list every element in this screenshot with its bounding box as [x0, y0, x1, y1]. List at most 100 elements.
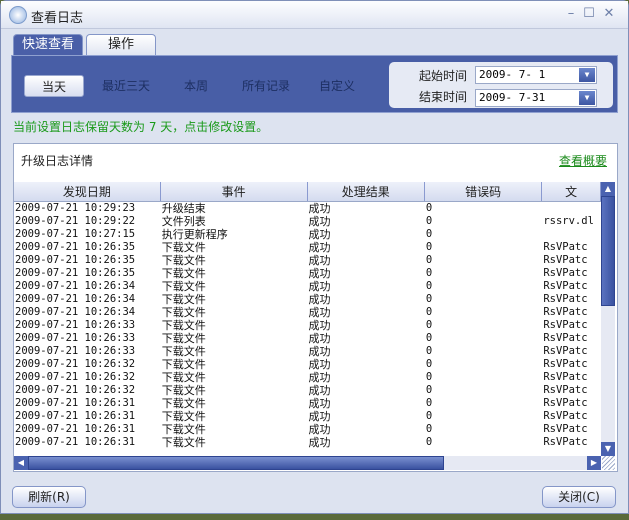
vertical-scroll-thumb[interactable] [601, 196, 615, 306]
cell-event: 下载文件 [161, 345, 206, 358]
horizontal-scroll-thumb[interactable] [28, 456, 444, 470]
cell-file [542, 202, 601, 215]
refresh-button[interactable]: 刷新(R) [12, 486, 86, 508]
cell-file: RsVPatc [543, 384, 588, 396]
retention-notice-link[interactable]: 当前设置日志保留天数为 7 天，点击修改设置。 [13, 118, 268, 135]
cell-result: 成功 [308, 410, 331, 423]
column-header-event[interactable]: 事件 [161, 182, 308, 201]
cell-date: 2009-07-21 10:26:35 [15, 254, 136, 266]
filter-this-week[interactable]: 本周 [184, 75, 208, 97]
cell-result: 成功 [308, 319, 331, 332]
end-time-label: 结束时间 [419, 90, 468, 104]
filter-last-three-days[interactable]: 最近三天 [102, 75, 150, 97]
cell-date: 2009-07-21 10:26:31 [15, 423, 136, 435]
cell-result: 成功 [308, 215, 331, 228]
cell-result: 成功 [308, 423, 331, 436]
cell-error-code: 0 [425, 397, 433, 409]
cell-file: RsVPatc [543, 345, 588, 357]
cell-error-code: 0 [425, 293, 433, 305]
cell-file: RsVPatc [543, 397, 588, 409]
cell-event: 下载文件 [161, 280, 206, 293]
cell-event: 下载文件 [161, 319, 206, 332]
table-row[interactable]: 2009-07-21 10:26:33 下载文件 成功 0 RsVPatc [14, 345, 601, 358]
cell-date: 2009-07-21 10:26:33 [15, 345, 136, 357]
table-row[interactable]: 2009-07-21 10:26:32 下载文件 成功 0 RsVPatc [14, 384, 601, 397]
cell-file: RsVPatc [543, 280, 588, 292]
cell-file: rssrv.dl [543, 215, 594, 227]
scroll-down-arrow-icon[interactable]: ▼ [601, 442, 615, 456]
cell-date: 2009-07-21 10:26:31 [15, 436, 136, 448]
cell-result: 成功 [308, 280, 331, 293]
table-row[interactable]: 2009-07-21 10:26:34 下载文件 成功 0 RsVPatc [14, 293, 601, 306]
cell-result: 成功 [308, 384, 331, 397]
table-row[interactable]: 2009-07-21 10:26:31 下载文件 成功 0 RsVPatc [14, 423, 601, 436]
table-row[interactable]: 2009-07-21 10:26:31 下载文件 成功 0 RsVPatc [14, 436, 601, 449]
cell-file: RsVPatc [543, 371, 588, 383]
table-row[interactable]: 2009-07-21 10:27:15 执行更新程序 成功 0 [14, 228, 601, 241]
table-row[interactable]: 2009-07-21 10:26:31 下载文件 成功 0 RsVPatc [14, 397, 601, 410]
log-viewer-window: 查看日志 – ☐ ✕ 快速查看 操作 当天 最近三天 本周 所有记录 自定义 起… [0, 0, 629, 514]
cell-date: 2009-07-21 10:26:33 [15, 332, 136, 344]
filter-all-records[interactable]: 所有记录 [242, 75, 290, 97]
cell-error-code: 0 [425, 241, 433, 253]
horizontal-scrollbar[interactable]: ◀ ▶ [14, 456, 601, 470]
filter-custom[interactable]: 自定义 [319, 75, 355, 97]
cell-result: 成功 [308, 202, 331, 215]
scroll-left-arrow-icon[interactable]: ◀ [14, 456, 28, 470]
maximize-button[interactable]: ☐ [581, 6, 597, 22]
cell-file: RsVPatc [543, 358, 588, 370]
cell-date: 2009-07-21 10:26:31 [15, 410, 136, 422]
view-summary-link[interactable]: 查看概要 [559, 152, 607, 169]
end-date-select[interactable]: 2009- 7-31 ▼ [475, 89, 597, 107]
tab-operations[interactable]: 操作 [86, 34, 156, 56]
table-header: 发现日期 事件 处理结果 错误码 文 [14, 182, 601, 202]
column-header-file[interactable]: 文 [542, 182, 601, 201]
table-row[interactable]: 2009-07-21 10:26:34 下载文件 成功 0 RsVPatc [14, 280, 601, 293]
cell-date: 2009-07-21 10:26:34 [15, 293, 136, 305]
table-row[interactable]: 2009-07-21 10:26:34 下载文件 成功 0 RsVPatc [14, 306, 601, 319]
minimize-button[interactable]: – [563, 6, 579, 22]
filter-today-button[interactable]: 当天 [24, 75, 84, 97]
cell-event: 下载文件 [161, 436, 206, 449]
cell-result: 成功 [308, 293, 331, 306]
cell-error-code: 0 [425, 306, 433, 318]
table-row[interactable]: 2009-07-21 10:29:23 升级结束 成功 0 [14, 202, 601, 215]
cell-error-code: 0 [425, 202, 433, 214]
cell-date: 2009-07-21 10:29:23 [15, 202, 136, 214]
cell-date: 2009-07-21 10:26:32 [15, 384, 136, 396]
scroll-up-arrow-icon[interactable]: ▲ [601, 182, 615, 196]
table-row[interactable]: 2009-07-21 10:26:33 下载文件 成功 0 RsVPatc [14, 319, 601, 332]
tab-quick-view[interactable]: 快速查看 [13, 34, 83, 56]
table-row[interactable]: 2009-07-21 10:26:32 下载文件 成功 0 RsVPatc [14, 358, 601, 371]
column-header-error-code[interactable]: 错误码 [425, 182, 543, 201]
end-date-value: 2009- 7-31 [479, 91, 546, 104]
vertical-scrollbar[interactable]: ▲ ▼ [601, 182, 615, 456]
column-header-date[interactable]: 发现日期 [14, 182, 161, 201]
table-row[interactable]: 2009-07-21 10:26:35 下载文件 成功 0 RsVPatc [14, 267, 601, 280]
cell-result: 成功 [308, 371, 331, 384]
cell-event: 下载文件 [161, 306, 206, 319]
cell-error-code: 0 [425, 215, 433, 227]
table-row[interactable]: 2009-07-21 10:26:31 下载文件 成功 0 RsVPatc [14, 410, 601, 423]
cell-error-code: 0 [425, 384, 433, 396]
cell-result: 成功 [308, 332, 331, 345]
table-row[interactable]: 2009-07-21 10:26:32 下载文件 成功 0 RsVPatc [14, 371, 601, 384]
resize-grip-icon[interactable] [602, 456, 615, 470]
close-window-button[interactable]: ✕ [601, 6, 617, 22]
chevron-down-icon[interactable]: ▼ [579, 68, 595, 82]
cell-date: 2009-07-21 10:26:32 [15, 371, 136, 383]
table-row[interactable]: 2009-07-21 10:26:33 下载文件 成功 0 RsVPatc [14, 332, 601, 345]
cell-result: 成功 [308, 306, 331, 319]
scroll-right-arrow-icon[interactable]: ▶ [587, 456, 601, 470]
table-row[interactable]: 2009-07-21 10:26:35 下载文件 成功 0 RsVPatc [14, 241, 601, 254]
table-row[interactable]: 2009-07-21 10:29:22 文件列表 成功 0 rssrv.dl [14, 215, 601, 228]
cell-event: 文件列表 [161, 215, 206, 228]
cell-event: 下载文件 [161, 254, 206, 267]
chevron-down-icon[interactable]: ▼ [579, 91, 595, 105]
start-date-select[interactable]: 2009- 7- 1 ▼ [475, 66, 597, 84]
close-button[interactable]: 关闭(C) [542, 486, 616, 508]
table-row[interactable]: 2009-07-21 10:26:35 下载文件 成功 0 RsVPatc [14, 254, 601, 267]
cell-event: 执行更新程序 [161, 228, 228, 241]
column-header-result[interactable]: 处理结果 [308, 182, 425, 201]
detail-title: 升级日志详情 [21, 154, 94, 168]
